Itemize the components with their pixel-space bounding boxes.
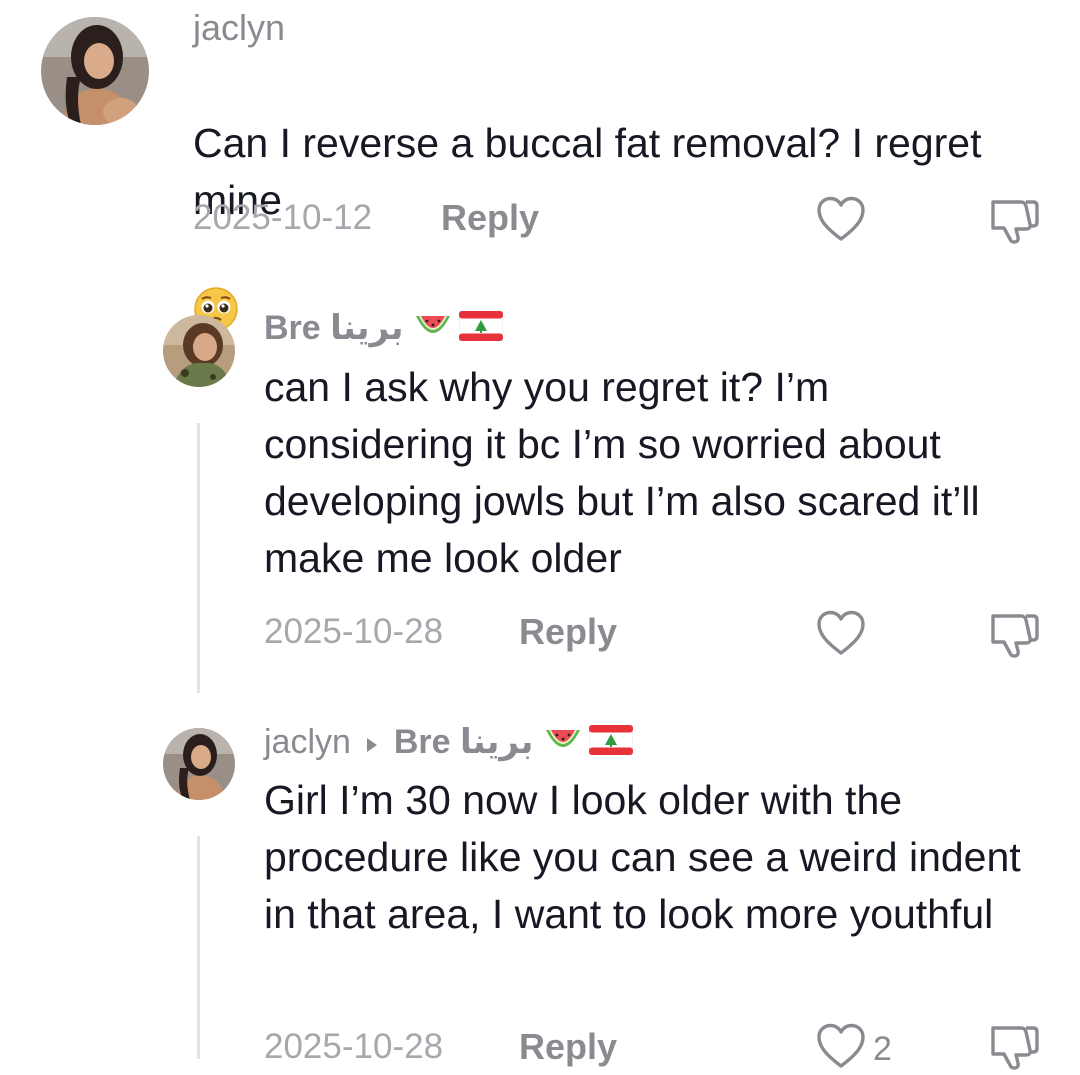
- avatar[interactable]: [41, 17, 149, 125]
- triangle-right-icon: [364, 724, 380, 764]
- reply-to-username[interactable]: Bre: [394, 723, 451, 761]
- dislike-button[interactable]: [987, 196, 1041, 249]
- comment-text: Girl I’m 30 now I look older with the pr…: [264, 777, 1021, 937]
- reply-to-username-arabic[interactable]: برينا: [460, 723, 533, 761]
- comment-username[interactable]: jaclyn: [193, 8, 285, 48]
- comment-username-row: Bre برينا: [264, 308, 504, 351]
- watermelon-icon: [543, 724, 583, 765]
- comment-date: 2025-10-12: [193, 198, 373, 237]
- comment-username[interactable]: jaclyn: [264, 723, 351, 761]
- lebanon-flag-icon: [458, 310, 504, 350]
- like-button[interactable]: [815, 609, 873, 662]
- reply-button[interactable]: Reply: [519, 612, 617, 652]
- comment-date: 2025-10-28: [264, 1027, 444, 1066]
- comment-text: can I ask why you regret it? I’m conside…: [264, 364, 980, 581]
- like-button[interactable]: [815, 195, 873, 248]
- avatar[interactable]: [163, 728, 235, 800]
- heart-outline-icon: [815, 1022, 867, 1075]
- username-emojis: [413, 310, 504, 351]
- dislike-button[interactable]: [987, 610, 1041, 663]
- reply-button[interactable]: Reply: [441, 198, 539, 238]
- comment-username[interactable]: Bre: [264, 309, 321, 347]
- reply-button[interactable]: Reply: [519, 1027, 617, 1067]
- thread-line: [197, 836, 200, 1059]
- heart-outline-icon: [815, 609, 867, 662]
- comment-username-row: jaclyn Bre برينا: [264, 722, 634, 765]
- lebanon-flag-icon: [588, 724, 634, 764]
- heart-outline-icon: [815, 195, 867, 248]
- like-button[interactable]: 2: [815, 1022, 892, 1075]
- comment-date: 2025-10-28: [264, 612, 444, 651]
- watermelon-icon: [413, 310, 453, 351]
- thumbs-down-icon: [987, 1022, 1041, 1075]
- dislike-button[interactable]: [987, 1022, 1041, 1075]
- like-count: 2: [873, 1029, 892, 1068]
- username-emojis: [543, 724, 634, 765]
- thread-line: [197, 423, 200, 693]
- thumbs-down-icon: [987, 610, 1041, 663]
- avatar[interactable]: [163, 315, 235, 387]
- thumbs-down-icon: [987, 196, 1041, 249]
- comment-username-arabic[interactable]: برينا: [330, 309, 403, 347]
